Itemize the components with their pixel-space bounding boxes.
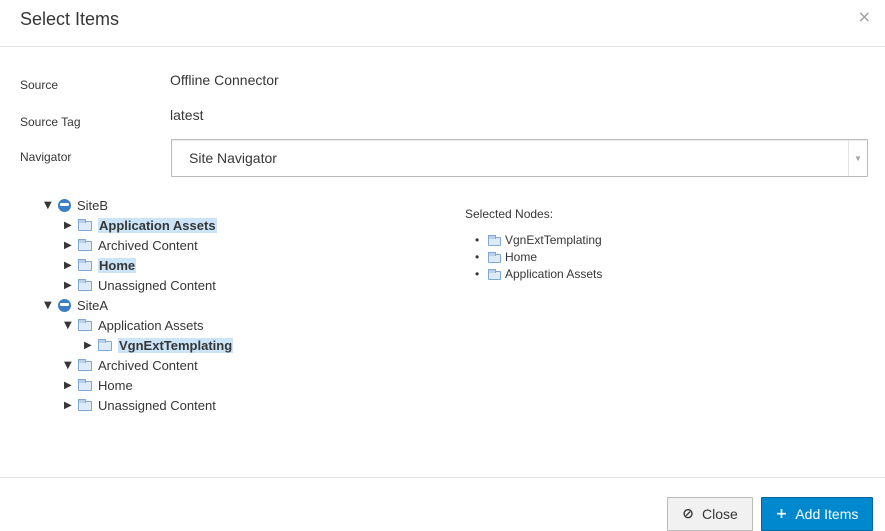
triangle-right-icon[interactable]: ▶ <box>64 280 78 291</box>
modal-header: Select Items × <box>0 0 885 47</box>
tree-node-sitea-archived-content[interactable]: ▼ Archived Content <box>64 356 198 374</box>
folder-icon <box>78 259 92 271</box>
tree-node-siteb[interactable]: ▼ SiteB <box>44 196 108 214</box>
add-items-button[interactable]: + Add Items <box>761 497 873 531</box>
tree-node-sitea-unassigned-content[interactable]: ▶ Unassigned Content <box>64 396 216 414</box>
close-button[interactable]: ⊘ Close <box>667 497 753 531</box>
tree-node-label[interactable]: SiteB <box>77 198 108 213</box>
tree-node-siteb-home[interactable]: ▶ Home <box>64 256 137 274</box>
tree-node-sitea-home[interactable]: ▶ Home <box>64 376 133 394</box>
bullet-icon: • <box>475 233 480 247</box>
tree-node-sitea-vgnexttemplating[interactable]: ▶ VgnExtTemplating <box>84 336 234 354</box>
list-item: • Home <box>475 249 538 265</box>
plus-icon: + <box>775 506 788 522</box>
folder-icon <box>78 399 92 411</box>
triangle-down-icon[interactable]: ▼ <box>44 200 58 211</box>
source-tag-value: latest <box>170 107 204 123</box>
triangle-right-icon[interactable]: ▶ <box>64 220 78 231</box>
folder-icon <box>78 359 92 371</box>
list-item: • VgnExtTemplating <box>475 232 602 248</box>
tree-node-label[interactable]: Home <box>98 378 133 393</box>
folder-icon <box>488 251 501 263</box>
folder-icon <box>78 379 92 391</box>
chevron-down-icon[interactable]: ▼ <box>848 140 867 176</box>
tree-node-siteb-unassigned-content[interactable]: ▶ Unassigned Content <box>64 276 216 294</box>
folder-icon <box>78 239 92 251</box>
triangle-down-icon[interactable]: ▼ <box>64 320 78 331</box>
list-item: • Application Assets <box>475 266 603 282</box>
close-button-label: Close <box>701 506 738 522</box>
close-icon[interactable]: × <box>858 7 871 26</box>
selected-node-label: Application Assets <box>505 267 603 281</box>
navigator-selected-value: Site Navigator <box>189 150 277 166</box>
tree-node-label[interactable]: Home <box>98 257 137 273</box>
tree-node-label[interactable]: VgnExtTemplating <box>118 337 234 353</box>
tree-node-label[interactable]: Application Assets <box>98 217 217 233</box>
triangle-right-icon[interactable]: ▶ <box>64 380 78 391</box>
bullet-icon: • <box>475 267 480 281</box>
globe-icon <box>58 298 71 312</box>
bullet-icon: • <box>475 250 480 264</box>
add-items-button-label: Add Items <box>795 506 859 522</box>
source-value: Offline Connector <box>170 72 279 88</box>
tree-node-sitea[interactable]: ▼ SiteA <box>44 296 108 314</box>
ban-icon: ⊘ <box>682 506 694 522</box>
source-label: Source <box>20 78 59 92</box>
navigator-select[interactable]: Site Navigator ▼ <box>171 139 868 177</box>
tree-node-siteb-archived-content[interactable]: ▶ Archived Content <box>64 236 198 254</box>
selected-nodes-heading: Selected Nodes: <box>465 207 554 221</box>
triangle-right-icon[interactable]: ▶ <box>64 260 78 271</box>
tree-node-label[interactable]: Archived Content <box>98 358 198 373</box>
selected-node-label: VgnExtTemplating <box>505 233 602 247</box>
folder-icon <box>488 268 501 280</box>
tree-node-label[interactable]: SiteA <box>77 298 108 313</box>
triangle-right-icon[interactable]: ▶ <box>84 340 98 351</box>
tree-node-label[interactable]: Archived Content <box>98 238 198 253</box>
tree-node-sitea-application-assets[interactable]: ▼ Application Assets <box>64 316 204 334</box>
triangle-right-icon[interactable]: ▶ <box>64 400 78 411</box>
folder-icon <box>78 279 92 291</box>
source-tag-label: Source Tag <box>20 115 81 129</box>
triangle-right-icon[interactable]: ▶ <box>64 240 78 251</box>
folder-icon <box>488 234 501 246</box>
folder-icon <box>78 219 92 231</box>
triangle-down-icon[interactable]: ▼ <box>44 300 58 311</box>
navigator-label: Navigator <box>20 150 72 164</box>
tree-node-siteb-application-assets[interactable]: ▶ Application Assets <box>64 216 217 234</box>
triangle-down-icon[interactable]: ▼ <box>64 360 78 371</box>
folder-icon <box>98 339 112 351</box>
globe-icon <box>58 198 71 212</box>
tree-node-label[interactable]: Unassigned Content <box>98 278 216 293</box>
modal-title: Select Items <box>20 9 120 29</box>
tree-node-label[interactable]: Application Assets <box>98 318 204 333</box>
folder-icon <box>78 319 92 331</box>
tree-node-label[interactable]: Unassigned Content <box>98 398 216 413</box>
selected-node-label: Home <box>505 250 538 264</box>
